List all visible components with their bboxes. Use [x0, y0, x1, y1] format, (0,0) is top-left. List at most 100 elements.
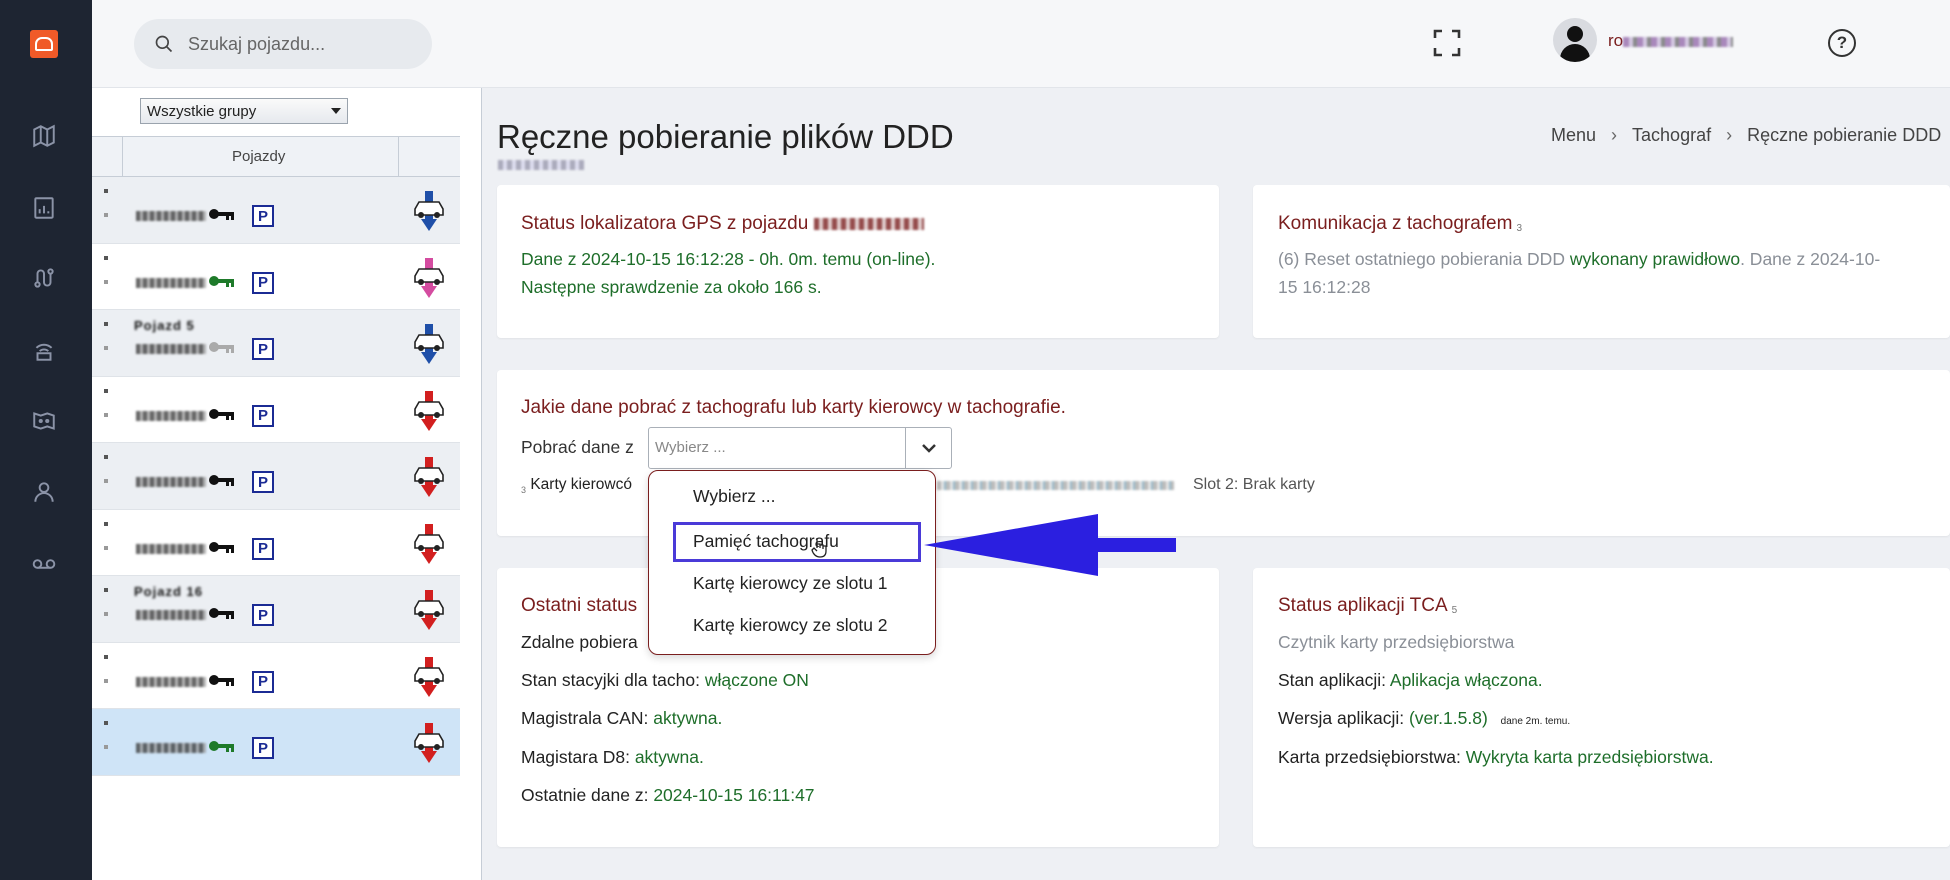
- parking-icon: P: [252, 737, 274, 759]
- vehicle-row[interactable]: P: [92, 177, 460, 244]
- vehicle-table: Pojazdy P P Pojazd 5 P P P P Pojazd 16 P P P: [92, 136, 460, 776]
- row-marker: [104, 346, 108, 350]
- option-choose[interactable]: Wybierz ...: [693, 486, 776, 507]
- comm-card-title: Komunikacja z tachografem 3: [1278, 213, 1523, 234]
- vehicle-table-header: Pojazdy: [92, 137, 460, 177]
- parking-icon: P: [252, 338, 274, 360]
- vehicle-info-redacted: [136, 477, 206, 487]
- parking-icon: P: [252, 205, 274, 227]
- vehicle-direction-icon: [414, 324, 444, 364]
- vehicle-row[interactable]: P: [92, 510, 460, 576]
- ignition-key-icon: [209, 342, 234, 353]
- download-from-label: Pobrać dane z: [521, 437, 634, 457]
- ignition-key-icon: [209, 275, 234, 287]
- row-marker: [104, 588, 108, 592]
- vehicle-direction-icon: [414, 457, 444, 497]
- group-select-value: Wszystkie grupy: [147, 102, 257, 120]
- vehicle-info-redacted: [136, 344, 206, 354]
- avatar[interactable]: [1553, 18, 1597, 62]
- vehicle-row[interactable]: P: [92, 709, 460, 776]
- ignition-key-icon: [209, 674, 234, 686]
- group-select[interactable]: Wszystkie grupy: [140, 98, 348, 124]
- d8-status: Magistara D8: aktywna.: [521, 747, 704, 767]
- driver-cards-label: 3 Karty kierowcó: [521, 476, 632, 496]
- vehicle-info-redacted: [136, 277, 206, 288]
- tachograph-communication-card: Komunikacja z tachografem 3 (6) Reset ost…: [1253, 185, 1950, 338]
- routes-icon[interactable]: [28, 262, 60, 294]
- remote-download-label: Zdalne pobiera: [521, 632, 638, 652]
- row-marker: [104, 213, 108, 217]
- download-card-title: Jakie dane pobrać z tachografu lub karty…: [521, 397, 1066, 418]
- row-marker: [104, 455, 108, 459]
- fullscreen-icon[interactable]: [1432, 28, 1462, 58]
- row-marker: [104, 255, 108, 260]
- can-status: Magistrala CAN: aktywna.: [521, 708, 723, 728]
- slot2-status: Slot 2: Brak karty: [1193, 476, 1315, 493]
- download-source-dropdown: Wybierz ... Pamięć tachografu Kartę kier…: [648, 470, 936, 655]
- vehicle-row[interactable]: Pojazd 5 P: [92, 310, 460, 377]
- download-source-select[interactable]: Wybierz ...: [648, 427, 952, 469]
- breadcrumb-menu[interactable]: Menu: [1551, 125, 1596, 145]
- vehicle-row[interactable]: P: [92, 643, 460, 709]
- gps-data-line: Dane z 2024-10-15 16:12:28 - 0h. 0m. tem…: [521, 249, 936, 269]
- ignition-key-icon: [209, 209, 234, 220]
- vehicle-direction-icon: [414, 590, 444, 630]
- row-marker: [104, 745, 108, 749]
- tca-card-title: Status aplikacji TCA 5: [1278, 595, 1458, 616]
- parking-icon: P: [252, 537, 274, 560]
- parking-icon: P: [252, 404, 274, 427]
- user-name[interactable]: ro: [1608, 31, 1753, 51]
- ignition-status: Stan stacyjki dla tacho: włączone ON: [521, 670, 809, 690]
- dropdown-arrow-icon: [331, 108, 341, 114]
- app-logo-icon[interactable]: [30, 30, 58, 58]
- map-icon[interactable]: [28, 120, 60, 152]
- parking-icon: P: [252, 670, 274, 693]
- select-value: Wybierz ...: [655, 439, 726, 456]
- user-icon[interactable]: [28, 476, 60, 508]
- row-marker: [104, 479, 108, 483]
- left-navigation: [0, 0, 92, 880]
- last-data-time: Ostatnie dane z: 2024-10-15 16:11:47: [521, 785, 815, 805]
- gps-card-title: Status lokalizatora GPS z pojazdu: [521, 213, 924, 235]
- ignition-key-icon: [209, 608, 234, 619]
- vehicle-row[interactable]: P: [92, 443, 460, 510]
- comm-status-line-2: 15 16:12:28: [1278, 277, 1371, 297]
- zones-icon[interactable]: [28, 405, 60, 437]
- tca-app-state: Stan aplikacji: Aplikacja włączona.: [1278, 670, 1543, 690]
- search-input[interactable]: [188, 33, 408, 55]
- vehicle-row[interactable]: P: [92, 377, 460, 443]
- reports-icon[interactable]: [28, 192, 60, 224]
- ignition-key-icon: [209, 408, 234, 420]
- vehicle-info-redacted: [136, 676, 206, 687]
- vehicle-info-redacted: [136, 743, 206, 753]
- tachograph-icon[interactable]: [28, 334, 60, 366]
- option-driver-card-slot2[interactable]: Kartę kierowcy ze slotu 2: [693, 615, 888, 636]
- vehicle-row[interactable]: Pojazd 16 P: [92, 576, 460, 643]
- column-header-vehicles: Pojazdy: [232, 148, 286, 165]
- vehicle-direction-icon: [414, 723, 444, 763]
- last-status-title: Ostatni status: [521, 595, 638, 616]
- vehicle-panel: Wszystkie grupy Pojazdy P P Pojazd 5 P P P P Po…: [92, 88, 482, 880]
- page-subtitle-redacted: [498, 160, 584, 170]
- voicemail-icon[interactable]: [28, 548, 60, 580]
- vehicle-info-redacted: [136, 543, 206, 554]
- vehicle-row[interactable]: P: [92, 244, 460, 310]
- parking-icon: P: [252, 271, 274, 294]
- ignition-key-icon: [209, 741, 234, 752]
- vehicle-direction-icon: [414, 656, 444, 697]
- tca-app-version: Wersja aplikacji: (ver.1.5.8) dane 2m. t…: [1278, 708, 1571, 728]
- hand-cursor-icon: [811, 538, 827, 558]
- vehicle-direction-icon: [414, 191, 444, 231]
- vehicle-search[interactable]: [134, 19, 432, 69]
- select-toggle-button[interactable]: [905, 428, 951, 468]
- row-marker: [104, 545, 108, 550]
- option-driver-card-slot1[interactable]: Kartę kierowcy ze slotu 1: [693, 573, 888, 594]
- row-marker: [104, 388, 108, 393]
- annotation-arrow-icon: [924, 514, 1176, 576]
- breadcrumb-tachograf[interactable]: Tachograf: [1632, 125, 1711, 145]
- vehicle-info-redacted: [136, 410, 206, 421]
- help-icon[interactable]: ?: [1828, 29, 1856, 57]
- row-marker: [104, 612, 108, 616]
- row-marker: [104, 521, 108, 526]
- row-marker: [104, 412, 108, 417]
